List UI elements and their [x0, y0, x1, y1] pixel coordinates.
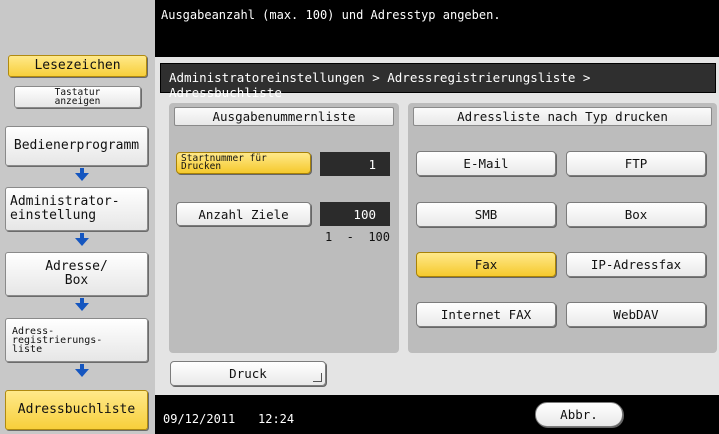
print-button[interactable]: Druck: [170, 361, 326, 386]
breadcrumb: Administratoreinstellungen > Adressregis…: [160, 63, 716, 100]
type-ftp-label: FTP: [624, 156, 648, 171]
print-button-label: Druck: [229, 366, 267, 381]
status-bar: [155, 395, 719, 434]
sidebar-item-label: Administrator- einstellung: [10, 194, 120, 223]
show-keyboard-button[interactable]: Tastatur anzeigen: [14, 86, 141, 108]
destination-count-value[interactable]: 100: [320, 202, 390, 226]
start-number-value[interactable]: 1: [320, 152, 390, 176]
start-number-button[interactable]: Startnummer für Drucken: [176, 152, 311, 174]
sidebar-item-label: Adressbuchliste: [17, 402, 136, 417]
type-email-button[interactable]: E-Mail: [416, 151, 556, 176]
sidebar-item-administrator-einstellung[interactable]: Administrator- einstellung: [5, 187, 148, 231]
count-range-text: 1 - 100: [324, 230, 390, 244]
status-date: 09/12/2011: [163, 412, 236, 426]
start-number-label: Startnummer für Drucken: [181, 153, 267, 172]
type-email-label: E-Mail: [463, 156, 509, 171]
cancel-button-label: Abbr.: [560, 407, 598, 422]
sidebar-item-label: Adresse/ Box: [45, 259, 108, 288]
type-smb-button[interactable]: SMB: [416, 202, 556, 227]
show-keyboard-label: Tastatur anzeigen: [54, 87, 101, 107]
sidebar-item-adresse-box[interactable]: Adresse/ Box: [5, 252, 148, 296]
sidebar-item-adressregistrierungsliste[interactable]: Adress- registrierungs- liste: [5, 318, 148, 362]
destination-count-label: Anzahl Ziele: [198, 206, 289, 222]
type-internet-fax-label: Internet FAX: [440, 307, 532, 322]
down-arrow-icon: [75, 298, 89, 311]
start-number-value-text: 1: [368, 156, 376, 172]
status-time: 12:24: [258, 412, 295, 426]
sidebar-item-adressbuchliste[interactable]: Adressbuchliste: [5, 390, 148, 430]
destination-count-value-text: 100: [353, 206, 376, 222]
down-arrow-icon: [75, 168, 89, 181]
destination-count-button[interactable]: Anzahl Ziele: [176, 202, 311, 226]
sidebar-item-label: Bedienerprogramm: [13, 138, 140, 153]
type-box-button[interactable]: Box: [566, 202, 706, 227]
type-fax-button[interactable]: Fax: [416, 252, 556, 277]
cancel-button[interactable]: Abbr.: [535, 402, 623, 427]
type-webdav-button[interactable]: WebDAV: [566, 302, 706, 327]
output-panel-title: Ausgabenummernliste: [174, 107, 394, 126]
type-box-label: Box: [624, 207, 648, 222]
type-internet-fax-button[interactable]: Internet FAX: [416, 302, 556, 327]
down-arrow-icon: [75, 233, 89, 246]
bookmark-label: Lesezeichen: [34, 58, 121, 73]
sidebar-item-label: Adress- registrierungs- liste: [12, 325, 103, 355]
sidebar-item-bedienerprogramm[interactable]: Bedienerprogramm: [5, 126, 148, 166]
output-number-panel: [169, 103, 399, 353]
output-panel-title-text: Ausgabenummernliste: [212, 109, 356, 124]
type-webdav-label: WebDAV: [613, 307, 659, 322]
type-ip-fax-label: IP-Adressfax: [590, 257, 682, 272]
instruction-text: Ausgabeanzahl (max. 100) und Adresstyp a…: [161, 8, 501, 22]
type-ip-fax-button[interactable]: IP-Adressfax: [566, 252, 706, 277]
bookmark-button[interactable]: Lesezeichen: [8, 55, 147, 77]
type-ftp-button[interactable]: FTP: [566, 151, 706, 176]
instruction-bar: Ausgabeanzahl (max. 100) und Adresstyp a…: [155, 0, 719, 57]
down-arrow-icon: [75, 364, 89, 377]
type-panel-title-text: Adressliste nach Typ drucken: [457, 109, 668, 124]
type-fax-label: Fax: [474, 257, 498, 272]
type-smb-label: SMB: [474, 207, 498, 222]
type-panel-title: Adressliste nach Typ drucken: [413, 107, 712, 126]
button-corner-icon: [313, 373, 322, 382]
